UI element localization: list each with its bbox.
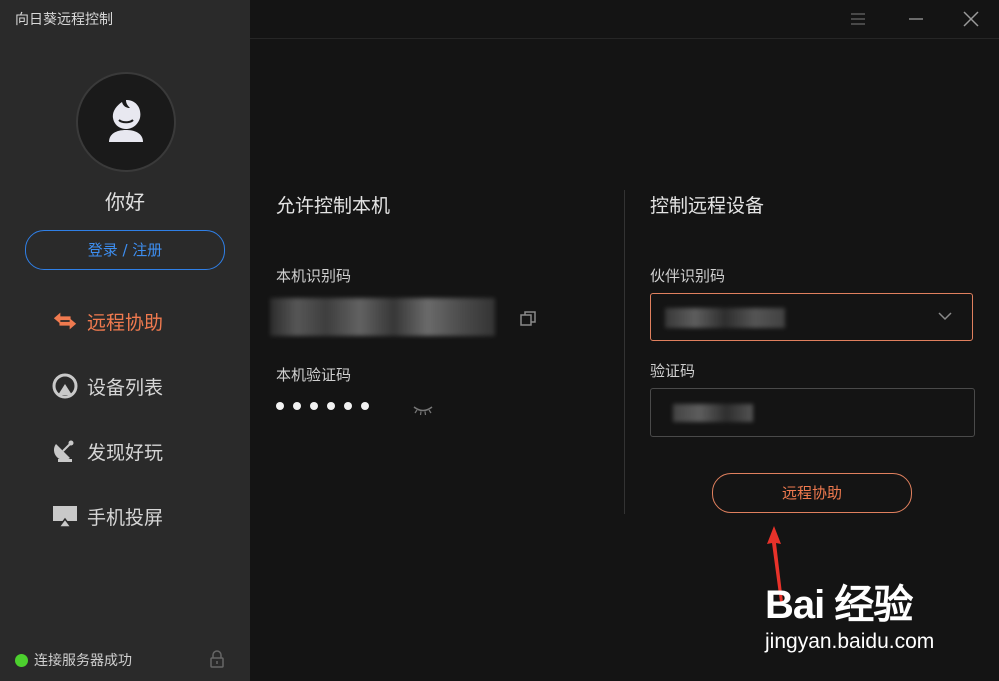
avatar[interactable] <box>76 72 176 172</box>
partner-id-input[interactable] <box>650 293 973 341</box>
nav-item-label: 手机投屏 <box>87 506 164 529</box>
remote-assist-button[interactable]: 远程协助 <box>712 473 912 513</box>
nav-item-remote-assist[interactable]: 远程协助 <box>52 304 163 338</box>
allow-control-title: 允许控制本机 <box>276 195 391 217</box>
greeting: 你好 <box>105 190 145 214</box>
local-device-id-redacted <box>270 298 495 336</box>
nav-item-label: 设备列表 <box>87 376 164 399</box>
copy-icon[interactable] <box>519 310 537 328</box>
device-list-icon <box>52 373 78 399</box>
chevron-down-icon[interactable] <box>938 311 952 321</box>
partner-id-redacted <box>665 308 785 328</box>
user-avatar-icon <box>109 100 143 142</box>
nav-item-discover[interactable]: 发现好玩 <box>52 434 163 468</box>
control-remote-title: 控制远程设备 <box>650 195 765 217</box>
baidu-jingyan-watermark: Bai 经验 jingyan.baidu.com <box>765 572 975 662</box>
verify-code-input[interactable] <box>650 388 975 437</box>
nav-item-label: 远程协助 <box>87 311 164 334</box>
minimize-icon[interactable] <box>905 8 927 30</box>
screen-cast-icon <box>52 503 78 529</box>
watermark-logo: Bai 经验 <box>765 583 913 627</box>
discover-icon <box>52 438 78 464</box>
login-register-button[interactable]: 登录 / 注册 <box>25 230 225 270</box>
connection-status: 连接服务器成功 <box>15 650 132 670</box>
local-code-label: 本机验证码 <box>276 366 352 384</box>
watermark-url: jingyan.baidu.com <box>765 630 935 653</box>
panel-divider <box>624 190 625 514</box>
status-indicator-icon <box>15 653 28 667</box>
sidebar: 向日葵远程控制 你好 登录 / 注册 远程协助 设备列表 发现好玩 手机投屏 连… <box>0 0 250 681</box>
partner-id-label: 伙伴识别码 <box>650 267 726 285</box>
verify-code-redacted <box>673 404 753 422</box>
menu-icon[interactable] <box>847 8 869 30</box>
verify-code-label: 验证码 <box>650 362 696 380</box>
status-text: 连接服务器成功 <box>34 653 132 669</box>
nav-item-screen-cast[interactable]: 手机投屏 <box>52 499 163 533</box>
close-icon[interactable] <box>960 8 982 30</box>
app-title: 向日葵远程控制 <box>15 12 113 28</box>
local-id-label: 本机识别码 <box>276 267 352 285</box>
nav-item-label: 发现好玩 <box>87 441 164 464</box>
lock-icon[interactable] <box>209 650 225 668</box>
eye-closed-icon[interactable] <box>412 404 434 416</box>
title-bar <box>250 0 999 39</box>
local-password-dots <box>276 402 369 410</box>
remote-assist-icon <box>52 308 78 334</box>
nav-item-device-list[interactable]: 设备列表 <box>52 369 163 403</box>
